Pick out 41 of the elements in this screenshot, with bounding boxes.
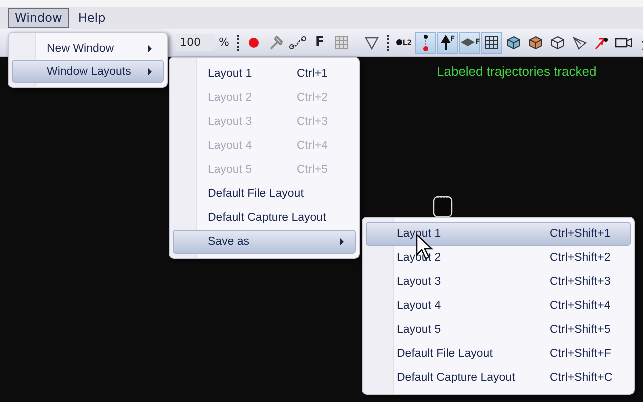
hammer-icon	[268, 34, 284, 50]
triangle-icon	[364, 36, 380, 50]
camera-view-icon	[572, 36, 588, 50]
menu-item[interactable]: Layout 2 Ctrl+Shift+2	[366, 246, 631, 270]
trajectory-icon	[420, 34, 431, 52]
menu-title[interactable]: Window	[8, 8, 70, 28]
status-text: Labeled trajectories tracked	[437, 64, 597, 79]
pointer-icon	[594, 36, 610, 50]
trajectory-button[interactable]	[415, 32, 436, 54]
cube-icon	[550, 36, 565, 50]
menu-item[interactable]: Layout 5 Ctrl+Shift+5	[366, 318, 631, 342]
menu-item[interactable]: Layout 1 Ctrl+1	[173, 62, 356, 86]
submenu-arrow-icon	[147, 44, 153, 52]
grid-icon	[484, 36, 499, 50]
marker-icon	[396, 38, 403, 46]
menu-item[interactable]: Default Capture Layout Ctrl+Shift+C	[366, 366, 631, 390]
cube-icon	[528, 36, 543, 50]
cube-icon	[506, 36, 521, 50]
object-drawing	[432, 194, 454, 218]
grid-button[interactable]	[481, 32, 502, 54]
menu-item[interactable]: Layout 4 Ctrl+Shift+4	[366, 294, 631, 318]
menu-item[interactable]: Layout 1 Ctrl+Shift+1	[366, 222, 631, 246]
camera-icon	[614, 36, 633, 48]
menu-item[interactable]: Default File Layout	[173, 182, 356, 206]
submenu-arrow-icon	[339, 238, 345, 246]
menu-item[interactable]: Default Capture Layout	[173, 206, 356, 230]
arrow-up-icon	[440, 34, 451, 50]
plate-icon	[460, 38, 476, 46]
record-icon	[248, 36, 260, 48]
zoom-field[interactable]: 100	[176, 34, 215, 51]
menu-item[interactable]: Default File Layout Ctrl+Shift+F	[366, 342, 631, 366]
menu-item[interactable]: New Window	[12, 37, 164, 60]
menu-item[interactable]: Layout 3 Ctrl+Shift+3	[366, 270, 631, 294]
submenu-arrow-icon	[147, 68, 153, 76]
letter-button[interactable]: F	[309, 32, 330, 54]
menu-title[interactable]: Help	[71, 8, 113, 28]
menu-item[interactable]: Save as	[173, 230, 356, 254]
zoom-unit: %	[219, 36, 230, 49]
grid-icon	[334, 36, 349, 50]
menu-item[interactable]: Window Layouts	[12, 60, 164, 83]
path-icon	[288, 36, 307, 50]
